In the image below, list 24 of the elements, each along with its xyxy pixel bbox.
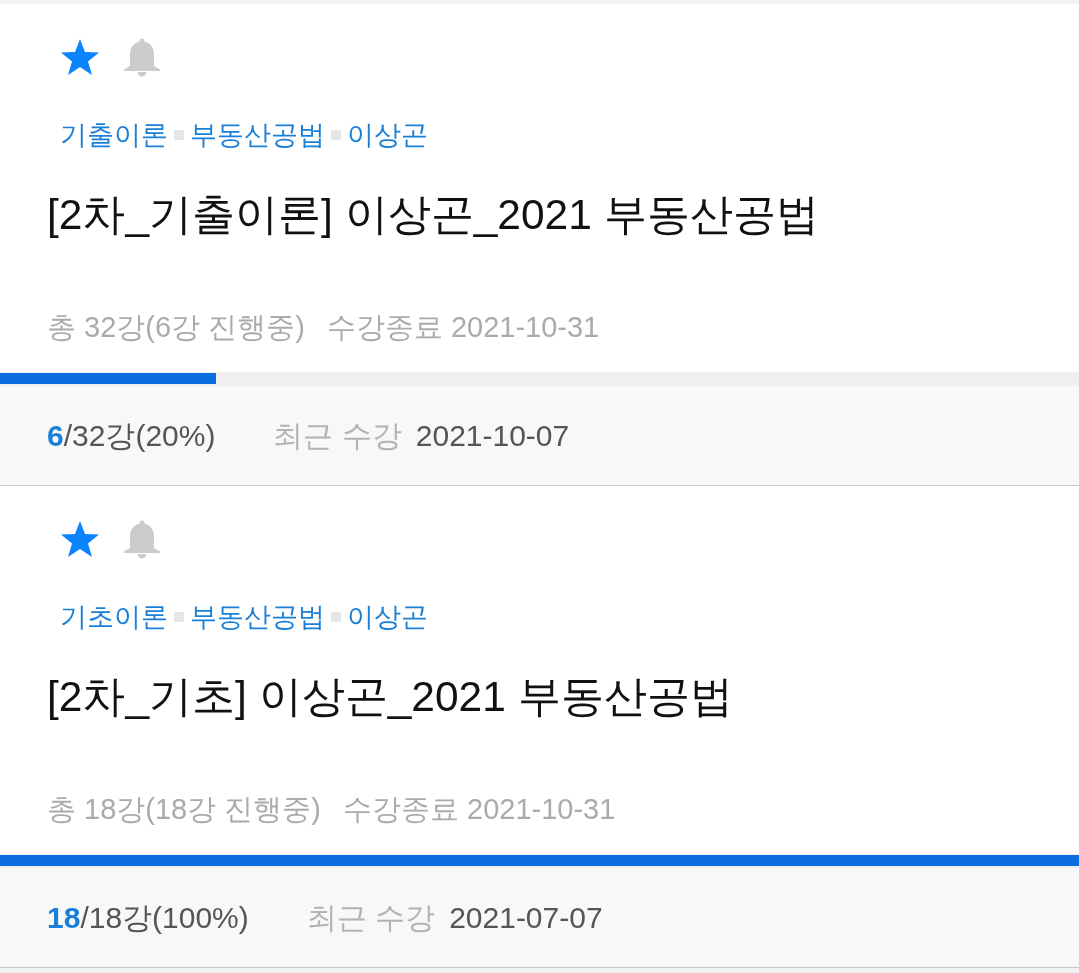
lecture-count: 총 18강(18강 진행중) [47, 792, 321, 827]
course-title[interactable]: [2차_기초] 이상곤_2021 부동산공법 [47, 672, 1079, 722]
lecture-count: 총 32강(6강 진행중) [47, 310, 305, 345]
category-tag: 부동산공법 [190, 117, 325, 153]
category-tag: 이상곤 [347, 599, 428, 635]
course-title[interactable]: [2차_기출이론] 이상곤_2021 부동산공법 [47, 190, 1079, 240]
progress-count: 18/18강(100%) [47, 900, 249, 936]
end-date-text: 수강종료 2021-10-31 [326, 310, 600, 345]
recent-label: 최근 수강 [306, 900, 436, 936]
separator-square-icon [331, 130, 341, 140]
favorite-star-icon[interactable] [60, 37, 100, 77]
separator-square-icon [174, 130, 184, 140]
recent-label: 최근 수강 [273, 418, 402, 454]
recent-date: 2021-07-07 [449, 900, 603, 936]
end-date-text: 수강종료 2021-10-31 [342, 792, 616, 827]
category-tag: 이상곤 [347, 117, 428, 153]
progress-count: 6/32강(20%) [47, 418, 216, 454]
separator-square-icon [331, 612, 341, 622]
recent-date: 2021-10-07 [415, 418, 570, 454]
category-tag: 기출이론 [60, 117, 168, 153]
category-tag: 부동산공법 [190, 599, 325, 635]
favorite-star-icon[interactable] [60, 519, 100, 559]
category-tag: 기초이론 [60, 599, 168, 635]
separator-square-icon [174, 612, 184, 622]
